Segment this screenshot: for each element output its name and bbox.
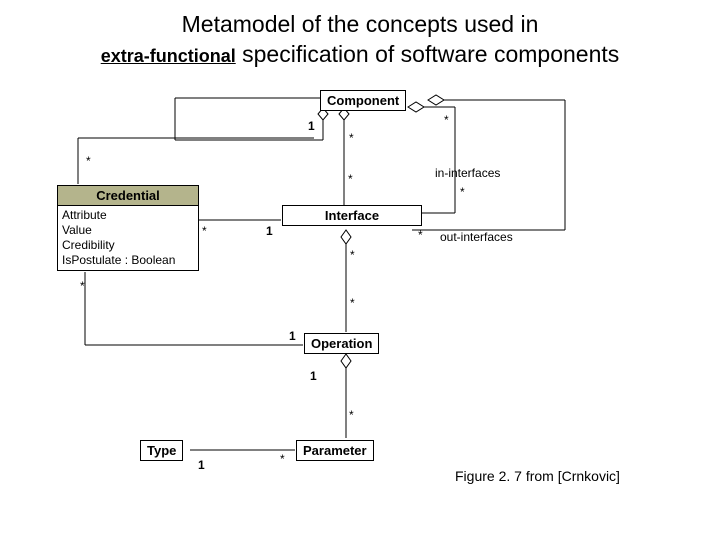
mult-in-iface-star: * xyxy=(460,185,465,199)
class-operation: Operation xyxy=(304,333,379,354)
mult-comp-iface-star: * xyxy=(349,131,354,145)
figure-caption: Figure 2. 7 from [Crnkovic] xyxy=(455,468,620,484)
class-interface: Interface xyxy=(282,205,422,226)
mult-cred-op-1: 1 xyxy=(289,329,296,343)
mult-type-param-1: 1 xyxy=(198,458,205,472)
title-line1: Metamodel of the concepts used in xyxy=(182,11,539,37)
mult-iface-op-botstar: * xyxy=(350,296,355,310)
title-emphasis: extra-functional xyxy=(101,46,236,66)
class-component: Component xyxy=(320,90,406,111)
mult-comp-iface-star2: * xyxy=(348,172,353,186)
class-parameter: Parameter xyxy=(296,440,374,461)
attr-ispostulate: IsPostulate : Boolean xyxy=(62,253,194,268)
mult-cred-iface-star: * xyxy=(202,224,207,238)
mult-iface-op-topstar: * xyxy=(350,248,355,262)
mult-comp-self-1: 1 xyxy=(308,119,315,133)
mult-op-param-star: * xyxy=(349,408,354,422)
assoc-out-interfaces: out-interfaces xyxy=(440,230,513,244)
class-type: Type xyxy=(140,440,183,461)
mult-out-iface-star: * xyxy=(418,228,423,242)
uml-diagram: Component Credential Attribute Value Cre… xyxy=(0,70,720,510)
mult-cred-comp-star: * xyxy=(86,154,91,168)
class-credential-title: Credential xyxy=(58,186,198,206)
title-line2-rest: specification of software components xyxy=(236,41,620,67)
page-title: Metamodel of the concepts used in extra-… xyxy=(0,0,720,70)
mult-type-param-star: * xyxy=(280,452,285,466)
attr-value: Value xyxy=(62,223,194,238)
class-credential: Credential Attribute Value Credibility I… xyxy=(57,185,199,271)
mult-cred-iface-1: 1 xyxy=(266,224,273,238)
class-credential-attributes: Attribute Value Credibility IsPostulate … xyxy=(58,206,198,270)
mult-cred-op-star: * xyxy=(80,279,85,293)
attr-attribute: Attribute xyxy=(62,208,194,223)
mult-op-param-1: 1 xyxy=(310,369,317,383)
mult-in-top-star: * xyxy=(444,113,449,127)
assoc-in-interfaces: in-interfaces xyxy=(435,166,500,180)
attr-credibility: Credibility xyxy=(62,238,194,253)
